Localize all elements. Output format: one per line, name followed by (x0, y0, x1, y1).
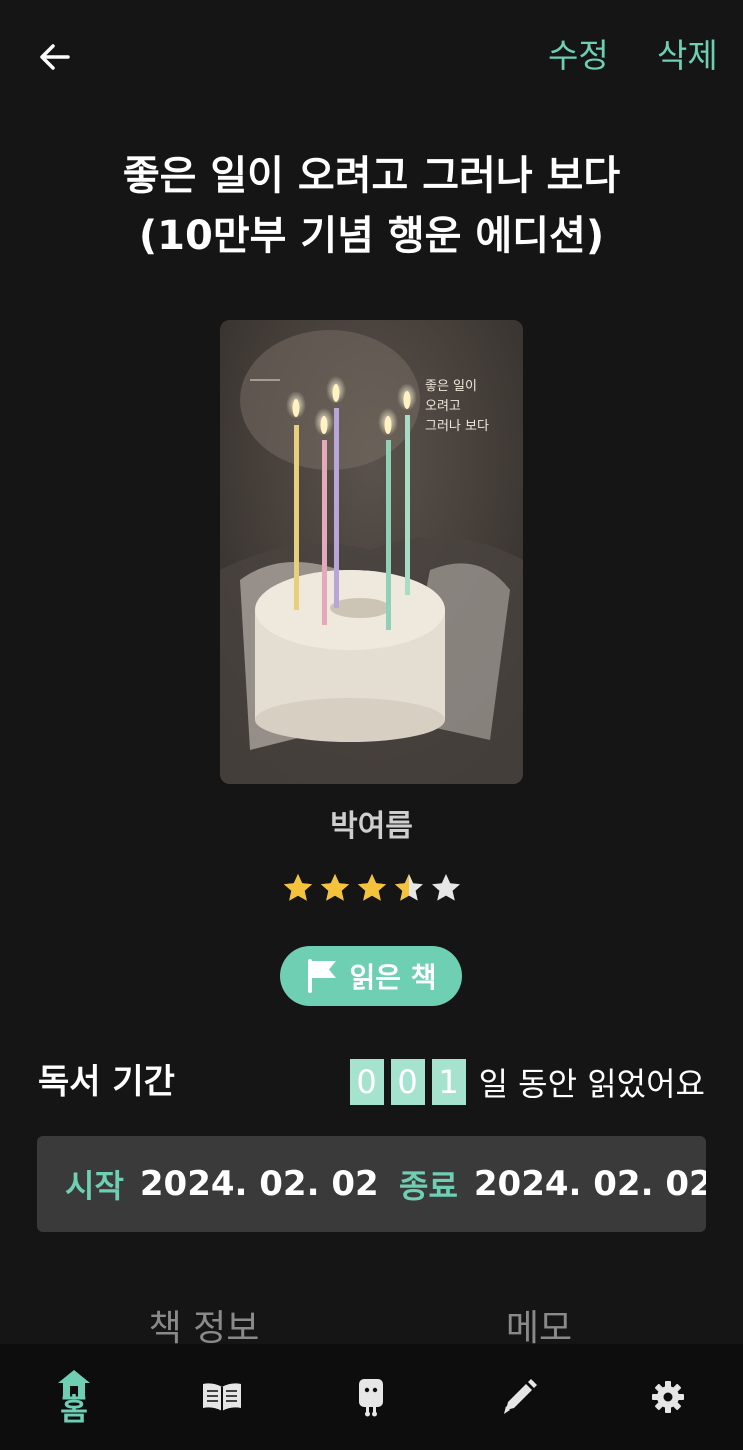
nav-settings[interactable] (594, 1344, 742, 1450)
cover-text-line2: 오려고 (425, 399, 461, 414)
end-date[interactable]: 종료 2024. 02. 02 (399, 1160, 706, 1208)
author-name: 박여름 (330, 809, 413, 844)
star-icon[interactable] (393, 872, 425, 904)
pencil-icon (504, 1379, 537, 1414)
book-title: 좋은 일이 오려고 그러나 보다 (10만부 기념 행운 에디션) (30, 146, 713, 266)
nav-home[interactable]: 홈 (0, 1344, 148, 1450)
gear-icon (652, 1381, 684, 1413)
days-suffix: 일 동안 읽었어요 (478, 1065, 705, 1103)
tab-memo[interactable]: 메모 (353, 1300, 725, 1344)
reading-days-counter: 0 0 1 일 동안 읽었어요 (349, 1058, 705, 1106)
delete-button[interactable]: 삭제 (657, 34, 718, 78)
book-title-line2: (10만부 기념 행운 에디션) (138, 213, 605, 259)
bottom-navigation: 홈 (0, 1344, 743, 1450)
status-label: 읽은 책 (349, 961, 437, 994)
day-digit: 1 (431, 1059, 466, 1105)
start-date-label: 시작 (65, 1167, 124, 1205)
detail-tabs: 책 정보 메모 (0, 1300, 743, 1344)
end-date-label: 종료 (399, 1167, 458, 1205)
top-bar: 수정 삭제 (0, 0, 743, 112)
robot-icon (359, 1379, 383, 1417)
start-date[interactable]: 시작 2024. 02. 02 (65, 1160, 408, 1208)
day-digit: 0 (390, 1059, 425, 1105)
nav-robot[interactable] (297, 1344, 445, 1450)
back-button[interactable] (30, 32, 80, 82)
rating-stars[interactable] (282, 872, 462, 906)
read-status-chip[interactable]: 읽은 책 (280, 946, 462, 1006)
book-open-icon (203, 1383, 241, 1411)
tab-book-info[interactable]: 책 정보 (18, 1300, 390, 1344)
flag-icon (308, 959, 337, 993)
book-cover-image: 좋은 일이 오려고 그러나 보다 (220, 320, 523, 784)
reading-period-title: 독서 기간 (38, 1062, 175, 1102)
arrow-left-icon (40, 44, 70, 70)
cover-text-line3: 그러나 보다 (425, 419, 489, 434)
nav-library[interactable] (148, 1344, 296, 1450)
date-range-box[interactable]: 시작 2024. 02. 02 종료 2024. 02. 02 (37, 1136, 706, 1232)
star-icon[interactable] (430, 872, 462, 904)
cover-text-line1: 좋은 일이 (425, 379, 477, 394)
star-icon[interactable] (319, 872, 351, 904)
nav-home-label: 홈 (60, 1393, 88, 1428)
star-icon[interactable] (356, 872, 388, 904)
edit-button[interactable]: 수정 (548, 34, 609, 78)
star-icon[interactable] (282, 872, 314, 904)
start-date-value: 2024. 02. 02 (139, 1164, 379, 1204)
book-title-line1: 좋은 일이 오려고 그러나 보다 (122, 153, 621, 199)
day-digit: 0 (349, 1059, 384, 1105)
nav-write[interactable] (445, 1344, 593, 1450)
end-date-value: 2024. 02. 02 (473, 1164, 706, 1204)
